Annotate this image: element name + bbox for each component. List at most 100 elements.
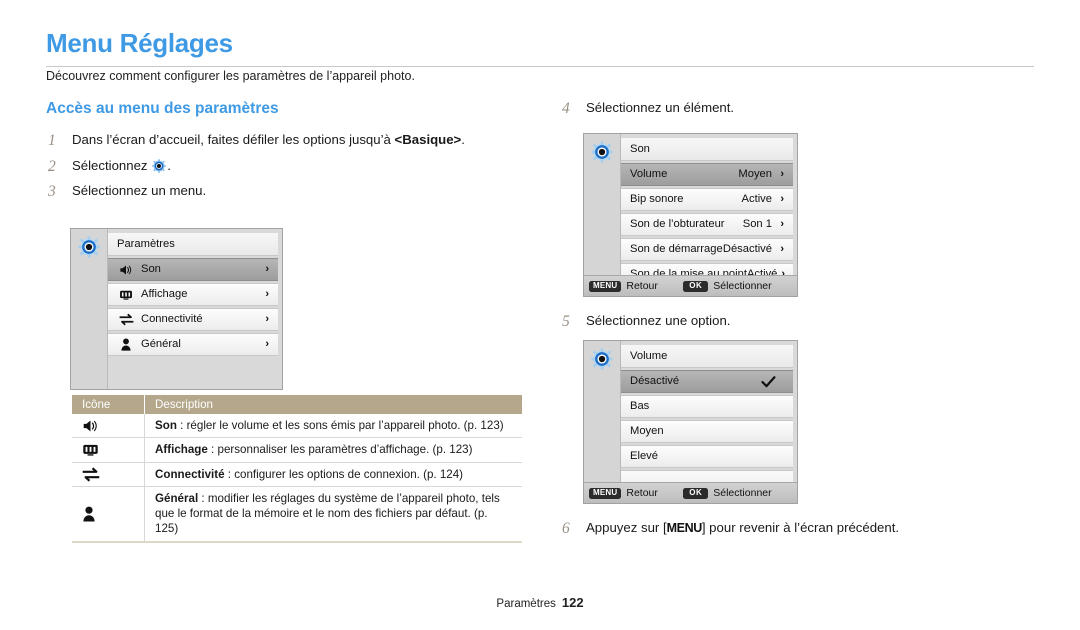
sound-bar-back-button[interactable]: MENU Retour [589, 280, 658, 292]
sound-screen-bottom-bar: MENU Retour OK Sélectionner [584, 275, 797, 296]
step-1-text-after: . [461, 132, 465, 147]
sound-row-obturateur-value: Son 1 [742, 218, 772, 230]
table-cell-description: Affichage : personnaliser les paramètres… [144, 437, 522, 463]
gear-icon [78, 236, 100, 258]
volume-option-desactive[interactable]: Désactivé [621, 370, 793, 393]
page-footer: Paramètres 122 [0, 595, 1080, 610]
sound-row-bip-sonore-label: Bip sonore [630, 193, 684, 205]
sound-bar-select-button[interactable]: OK Sélectionner [683, 280, 772, 292]
volume-option-moyen-label: Moyen [630, 425, 664, 437]
step-4: 4 Sélectionnez un élément. [560, 100, 1040, 117]
volume-menu-screen: Volume Désactivé Bas Moyen Elevé MENU Re… [583, 340, 798, 504]
gear-icon [591, 141, 613, 163]
step-5-text: Sélectionnez une option. [586, 313, 731, 328]
sound-bar-back-label: Retour [626, 280, 658, 292]
sound-row-obturateur[interactable]: Son de l’obturateur Son 1 › [621, 213, 793, 236]
volume-screen-body: Volume Désactivé Bas Moyen Elevé [620, 341, 797, 493]
settings-row-connectivite[interactable]: Connectivité › [108, 308, 278, 331]
table-header-description: Description [144, 395, 522, 414]
sound-bar-select-label: Sélectionner [713, 280, 772, 292]
speaker-icon [72, 414, 145, 439]
chevron-right-icon: › [780, 218, 784, 230]
menu-key-badge: MENU [589, 487, 622, 499]
step-3: 3 Sélectionnez un menu. [46, 183, 536, 200]
table-desc-connectivite: : configurer les options de connexion. (… [224, 467, 464, 481]
settings-row-affichage[interactable]: Affichage › [108, 283, 278, 306]
table-header-icon: Icône [72, 395, 145, 414]
display-icon [117, 289, 135, 301]
table-term-affichage: Affichage [155, 443, 208, 457]
chevron-right-icon: › [780, 243, 784, 255]
step-3-number: 3 [48, 183, 56, 200]
person-icon [117, 338, 135, 351]
table-row: Connectivité : configurer les options de… [72, 462, 522, 487]
display-icon [72, 437, 145, 463]
step-1-text-before: Dans l’écran d’accueil, faites défiler l… [72, 132, 395, 147]
settings-row-affichage-label: Affichage [141, 288, 188, 300]
step-6-text-before: Appuyez sur [ [586, 520, 667, 535]
chevron-right-icon: › [265, 338, 269, 350]
sound-row-volume-label: Volume [630, 168, 668, 180]
volume-screen-bottom-bar: MENU Retour OK Sélectionner [584, 482, 797, 503]
sound-row-demarrage-value: Désactivé [722, 243, 772, 255]
ok-key-badge: OK [683, 280, 709, 292]
sound-row-volume[interactable]: Volume Moyen › [621, 163, 793, 186]
ok-key-badge: OK [683, 487, 709, 499]
sound-screen-rail [584, 134, 621, 296]
volume-screen-title-row: Volume [621, 345, 793, 368]
table-desc-affichage: : personnaliser les paramètres d’afficha… [207, 443, 473, 457]
step-5: 5 Sélectionnez une option. [560, 313, 730, 330]
chevron-right-icon: › [265, 263, 269, 275]
step-2: 2 Sélectionnez . [46, 158, 536, 175]
sound-menu-screen: Son Volume Moyen › Bip sonore Active › S… [583, 133, 798, 297]
step-6-number: 6 [562, 520, 570, 537]
title-divider [46, 66, 1034, 67]
step-2-number: 2 [48, 157, 56, 175]
table-cell-description: Connectivité : configurer les options de… [144, 462, 522, 487]
step-5-number: 5 [562, 313, 570, 330]
page-subtitle: Découvrez comment configurer les paramèt… [46, 69, 415, 83]
volume-option-desactive-label: Désactivé [630, 375, 680, 387]
table-cell-description: Son : régler le volume et les sons émis … [144, 414, 522, 439]
volume-option-eleve[interactable]: Elevé [621, 445, 793, 468]
sound-row-demarrage-label: Son de démarrage [630, 243, 723, 255]
footer-label: Paramètres [496, 598, 556, 610]
sound-row-bip-sonore[interactable]: Bip sonore Active › [621, 188, 793, 211]
table-header-row: Icône Description [72, 395, 522, 414]
table-term-general: Général [155, 491, 199, 505]
sound-row-obturateur-label: Son de l’obturateur [630, 218, 725, 230]
sound-screen-body: Son Volume Moyen › Bip sonore Active › S… [620, 134, 797, 286]
table-desc-son: : régler le volume et les sons émis par … [176, 419, 504, 432]
volume-option-moyen[interactable]: Moyen [621, 420, 793, 443]
volume-bar-select-label: Sélectionner [713, 487, 772, 499]
checkmark-icon [761, 375, 784, 388]
step-6: 6 Appuyez sur [MENU] pour revenir à l’écr… [560, 520, 899, 537]
chevron-right-icon: › [780, 193, 784, 205]
chevron-right-icon: › [780, 168, 784, 180]
step-2-text-after: . [167, 157, 171, 173]
sound-row-demarrage[interactable]: Son de démarrage Désactivé › [621, 238, 793, 261]
table-desc-general: : modifier les réglages du système de l’… [155, 491, 500, 536]
gear-icon [152, 158, 166, 173]
left-column: Accès au menu des paramètres 1 Dans l’écr… [46, 100, 536, 390]
table-row: Général : modifier les réglages du systè… [72, 486, 522, 543]
settings-row-general[interactable]: Général › [108, 333, 278, 356]
step-3-text: Sélectionnez un menu. [72, 183, 207, 198]
settings-row-son[interactable]: Son › [108, 258, 278, 281]
volume-bar-back-label: Retour [626, 487, 658, 499]
volume-bar-back-button[interactable]: MENU Retour [589, 487, 658, 499]
right-column: 4 Sélectionnez un élément. Son Volume Mo… [560, 100, 1040, 537]
chevron-right-icon: › [265, 313, 269, 325]
gear-icon [591, 348, 613, 370]
connectivity-icon [117, 313, 135, 326]
step-6-text-after: ] pour revenir à l’écran précédent. [701, 520, 900, 535]
sound-screen-title: Son [630, 142, 650, 155]
connectivity-icon [72, 462, 145, 487]
settings-row-son-label: Son [141, 263, 161, 275]
settings-menu-screen: Paramètres Son › Affichage › Connectivit… [70, 228, 283, 390]
settings-screen-title-row: Paramètres [108, 233, 278, 256]
step-4-number: 4 [562, 100, 570, 117]
page-title: Menu Réglages [46, 28, 233, 58]
volume-bar-select-button[interactable]: OK Sélectionner [683, 487, 772, 499]
volume-option-bas[interactable]: Bas [621, 395, 793, 418]
